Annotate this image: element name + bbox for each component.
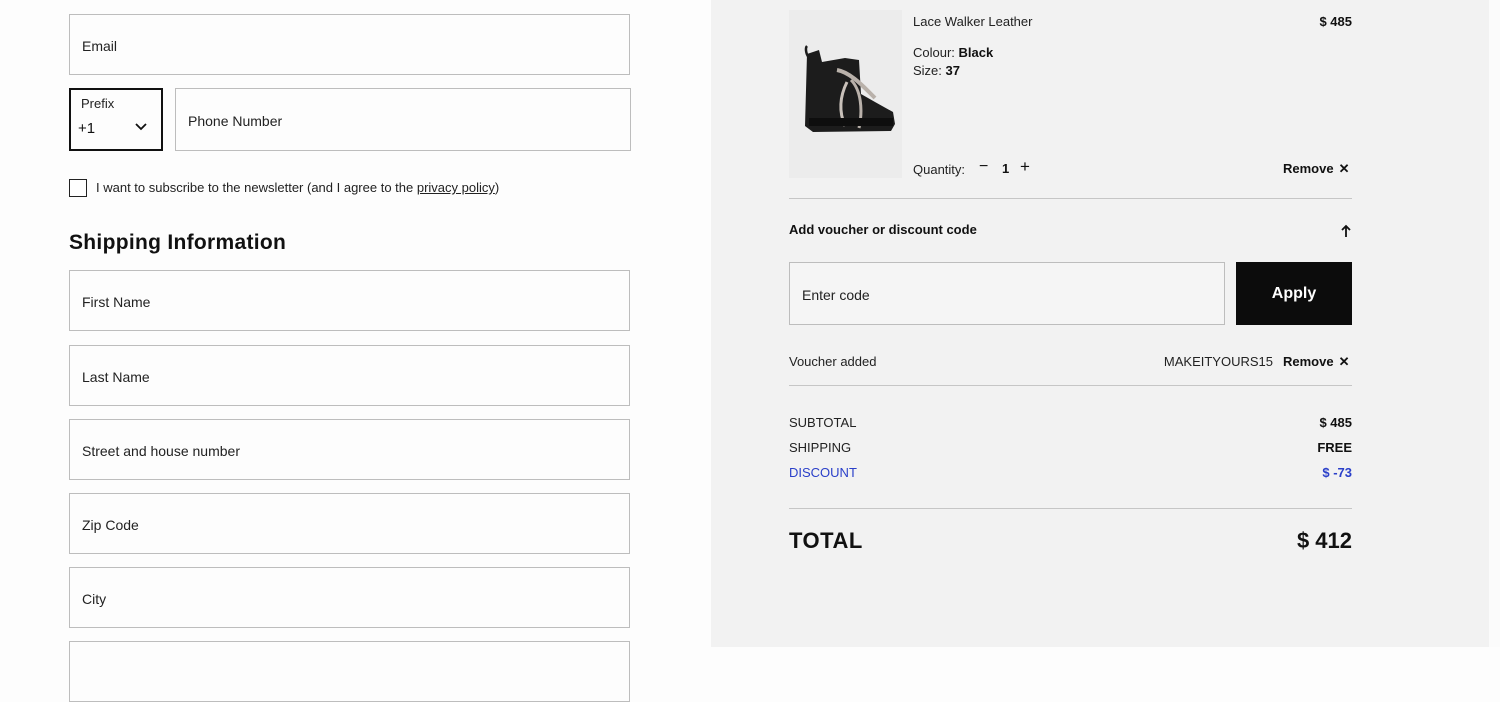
chevron-down-icon: [135, 123, 147, 131]
colour-label: Colour:: [913, 45, 955, 60]
newsletter-checkbox[interactable]: [69, 179, 87, 197]
privacy-policy-link[interactable]: privacy policy: [417, 180, 495, 195]
city-field[interactable]: [69, 567, 630, 629]
voucher-code-input[interactable]: [800, 263, 1214, 326]
remove-voucher-button[interactable]: Remove ✕: [1283, 354, 1349, 370]
shipping-heading: Shipping Information: [69, 231, 287, 254]
close-icon: ✕: [1338, 354, 1350, 369]
shipping-value: FREE: [1317, 440, 1352, 455]
discount-label: DISCOUNT: [789, 465, 857, 480]
newsletter-label: I want to subscribe to the newsletter (a…: [96, 180, 417, 195]
divider: [789, 385, 1352, 386]
shipping-label: SHIPPING: [789, 440, 852, 455]
street-input[interactable]: [80, 420, 619, 481]
prefix-value: +1: [78, 120, 96, 137]
boot-icon: [789, 10, 902, 178]
voucher-toggle[interactable]: Add voucher or discount code: [789, 222, 977, 237]
discount-value: $ -73: [1322, 465, 1352, 480]
total-value: $ 412: [1296, 528, 1352, 553]
close-icon: ✕: [1338, 161, 1350, 176]
next-field[interactable]: [69, 641, 630, 702]
quantity-label: Quantity:: [913, 162, 966, 177]
apply-voucher-button[interactable]: Apply: [1236, 262, 1352, 325]
total-label: TOTAL: [789, 528, 863, 553]
email-input[interactable]: [80, 15, 619, 76]
phone-number-input[interactable]: [186, 89, 620, 152]
remove-item-button[interactable]: Remove ✕: [1283, 161, 1349, 177]
prefix-label: Prefix: [81, 96, 115, 111]
subtotal-value: $ 485: [1319, 415, 1352, 430]
city-input[interactable]: [80, 568, 619, 629]
colour-value: Black: [958, 45, 994, 60]
quantity-decrease-button[interactable]: −: [979, 158, 988, 176]
product-image: [789, 10, 902, 178]
last-name-input[interactable]: [80, 346, 619, 407]
first-name-field[interactable]: [69, 270, 630, 332]
quantity-increase-button[interactable]: +: [1020, 157, 1030, 177]
newsletter-text: I want to subscribe to the newsletter (a…: [96, 180, 499, 195]
remove-item-label: Remove: [1283, 161, 1334, 176]
product-colour: Colour: Black: [913, 45, 993, 60]
newsletter-label-suffix: ): [494, 180, 500, 195]
zip-code-input[interactable]: [80, 494, 619, 555]
remove-voucher-label: Remove: [1283, 354, 1334, 369]
scrollbar[interactable]: [1489, 0, 1500, 647]
size-label: Size:: [913, 63, 942, 78]
product-price: $ 485: [1319, 14, 1352, 29]
product-name[interactable]: Lace Walker Leather: [913, 14, 1032, 29]
zip-code-field[interactable]: [69, 493, 630, 555]
arrow-up-icon[interactable]: [1339, 223, 1353, 239]
phone-number-field[interactable]: [175, 88, 631, 152]
voucher-added-label: Voucher added: [789, 354, 877, 369]
subtotal-label: SUBTOTAL: [789, 415, 857, 430]
phone-prefix-select[interactable]: Prefix +1: [69, 88, 163, 151]
last-name-field[interactable]: [69, 345, 630, 407]
first-name-input[interactable]: [80, 271, 619, 332]
checkout-form-panel: Prefix +1 I want to subscribe to the new…: [0, 0, 711, 702]
street-field[interactable]: [69, 419, 630, 481]
product-size: Size: 37: [913, 63, 960, 78]
quantity-value: 1: [1002, 161, 1010, 176]
size-value: 37: [945, 63, 960, 78]
divider: [789, 198, 1352, 199]
voucher-code-field[interactable]: [789, 262, 1225, 326]
email-field[interactable]: [69, 14, 630, 76]
voucher-code: MAKEITYOURS15: [1163, 354, 1273, 369]
divider: [789, 508, 1352, 509]
